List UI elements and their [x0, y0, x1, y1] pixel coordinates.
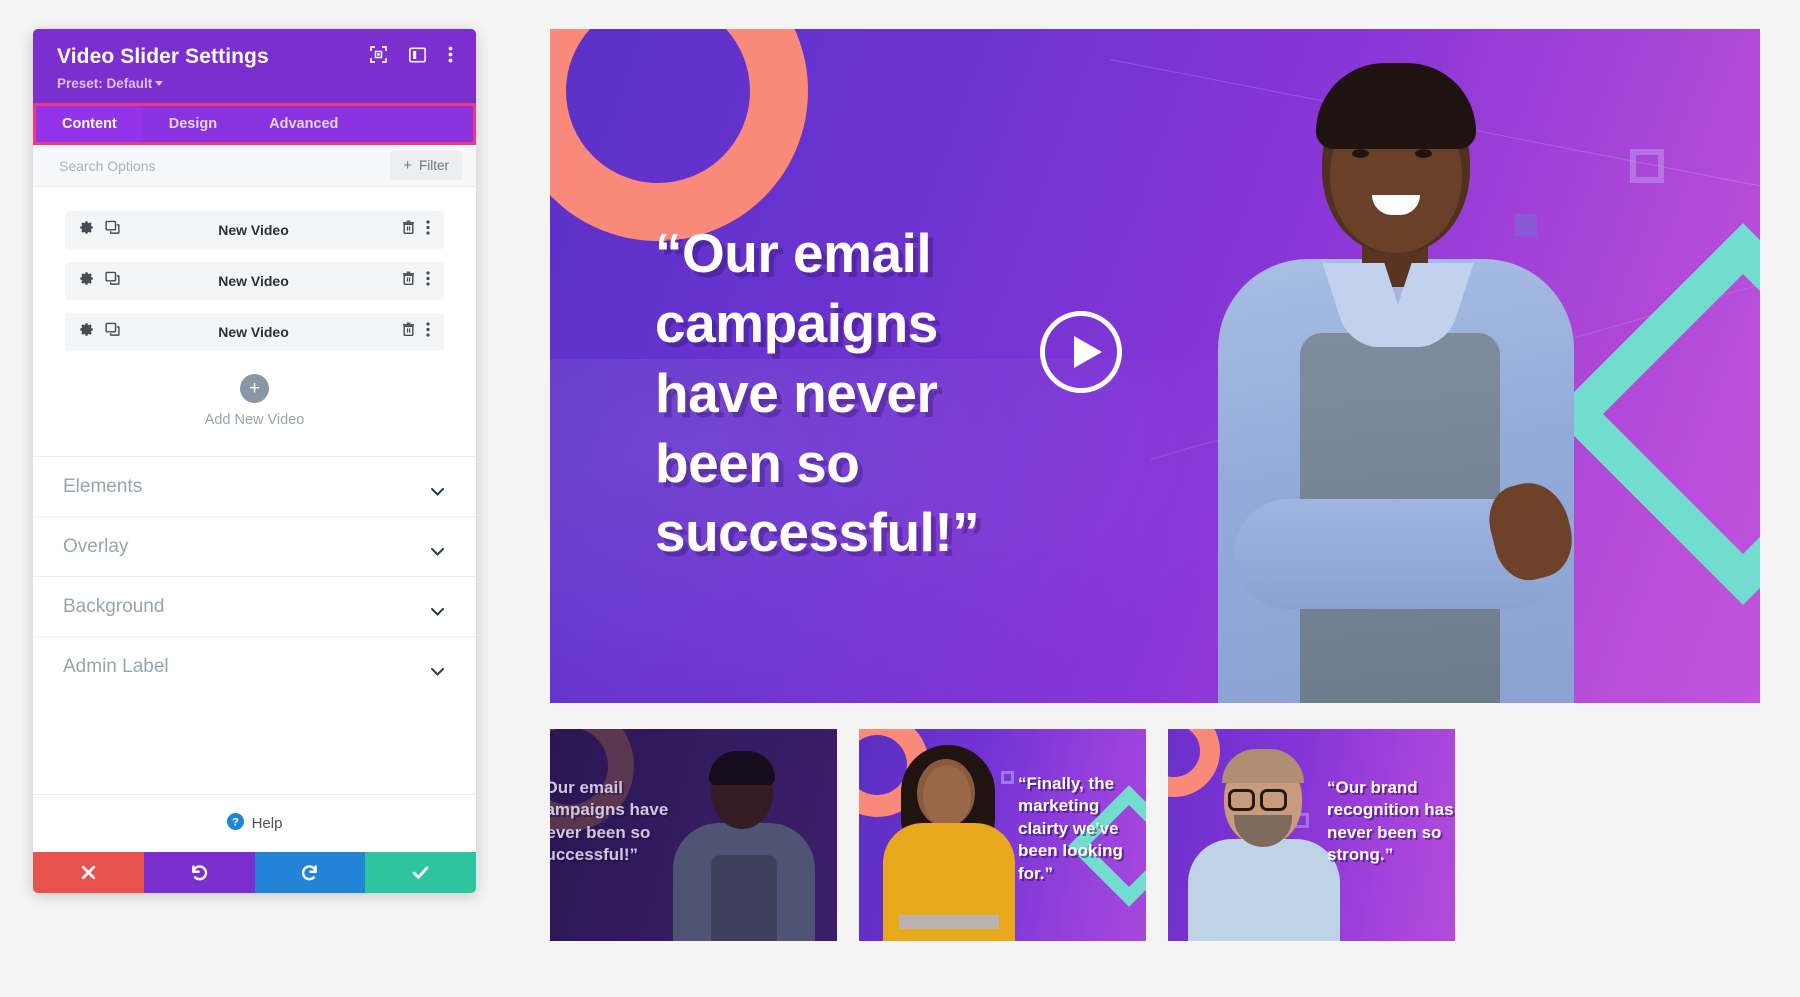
add-new-video-label[interactable]: Add New Video	[33, 412, 476, 428]
section-elements-label: Elements	[63, 475, 143, 497]
panel-layout-icon[interactable]	[408, 46, 427, 68]
video-item-title: New Video	[218, 222, 289, 238]
section-overlay[interactable]: Overlay	[33, 516, 476, 576]
video-items-list: New Video New Video New Video	[33, 187, 476, 351]
preset-label: Preset: Default	[57, 76, 153, 91]
section-background-label: Background	[63, 595, 165, 617]
table-row[interactable]: New Video	[65, 313, 444, 351]
table-row[interactable]: New Video	[65, 211, 444, 249]
question-circle-icon: ?	[226, 812, 244, 835]
redo-button[interactable]	[254, 852, 366, 893]
chevron-down-icon	[155, 81, 164, 86]
thumbnail-strip: “Our email campaigns have never been so …	[550, 729, 1760, 941]
more-vertical-icon[interactable]	[426, 322, 430, 342]
chevron-down-icon	[431, 603, 444, 616]
trash-icon[interactable]	[401, 220, 416, 240]
main-slide[interactable]: “Our email campaigns have never been so …	[550, 29, 1760, 703]
row-right-icons	[401, 220, 430, 240]
save-button[interactable]	[365, 852, 476, 893]
undo-button[interactable]	[143, 852, 255, 893]
video-slider-settings-panel: Video Slider Settings Preset: Default Co…	[33, 29, 476, 893]
thumbnail-quote-text: “Finally, the marketing clairty we've be…	[1018, 774, 1123, 883]
section-elements[interactable]: Elements	[33, 456, 476, 516]
more-vertical-icon[interactable]	[426, 220, 430, 240]
thumbnail-slide-2[interactable]: “Finally, the marketing clairty we've be…	[859, 729, 1146, 941]
panel-footer-actions	[33, 852, 476, 893]
section-background[interactable]: Background	[33, 576, 476, 636]
search-options-row: + Filter	[33, 145, 476, 187]
coral-ring-decoration	[550, 29, 808, 241]
cancel-button[interactable]	[33, 852, 144, 893]
gear-icon[interactable]	[79, 220, 94, 240]
trash-icon[interactable]	[401, 322, 416, 342]
section-admin-label-text: Admin Label	[63, 655, 169, 677]
chevron-down-icon	[431, 663, 444, 676]
help-label: Help	[251, 815, 283, 832]
section-overlay-label: Overlay	[63, 535, 129, 557]
chevron-down-icon	[431, 483, 444, 496]
focus-target-icon[interactable]	[370, 46, 387, 68]
thumbnail-quote-text: “Our brand recognition has never been so…	[1327, 778, 1454, 865]
play-icon[interactable]	[1040, 311, 1122, 393]
thumb-person-photo	[1186, 743, 1344, 941]
filter-button[interactable]: + Filter	[390, 151, 462, 180]
thumbnail-slide-3[interactable]: “Our brand recognition has never been so…	[1168, 729, 1455, 941]
row-right-icons	[401, 271, 430, 291]
slide-quote-text: “Our email campaigns have never been so …	[655, 222, 980, 564]
slide-person-photo	[1140, 63, 1700, 703]
trash-icon[interactable]	[401, 271, 416, 291]
panel-header-icons	[370, 46, 456, 68]
tab-advanced[interactable]: Advanced	[243, 106, 364, 142]
help-row[interactable]: ? Help	[33, 794, 476, 852]
plus-icon: +	[403, 157, 412, 174]
video-item-title: New Video	[218, 324, 289, 340]
panel-scroll-body[interactable]: New Video New Video New Video + Add New …	[33, 187, 476, 794]
add-plus-icon[interactable]: +	[240, 374, 269, 403]
tab-content[interactable]: Content	[36, 106, 143, 142]
thumbnail-slide-1[interactable]: “Our email campaigns have never been so …	[550, 729, 837, 941]
search-input[interactable]	[59, 157, 391, 174]
more-vertical-icon[interactable]	[426, 271, 430, 291]
panel-header: Video Slider Settings Preset: Default	[33, 29, 476, 103]
more-vertical-icon[interactable]	[448, 46, 453, 68]
video-slider-preview: “Our email campaigns have never been so …	[550, 29, 1760, 944]
thumb-person-photo	[865, 745, 1033, 941]
settings-tabs-highlight: Content Design Advanced	[33, 103, 476, 145]
panel-title: Video Slider Settings	[57, 45, 269, 68]
section-admin-label[interactable]: Admin Label	[33, 636, 476, 696]
gear-icon[interactable]	[79, 271, 94, 291]
thumbnail-quote-text: “Our email campaigns have never been so …	[550, 778, 669, 865]
gear-icon[interactable]	[79, 322, 94, 342]
add-new-video-area[interactable]: + Add New Video	[33, 364, 476, 456]
chevron-down-icon	[431, 543, 444, 556]
row-right-icons	[401, 322, 430, 342]
filter-button-label: Filter	[419, 158, 449, 173]
video-item-title: New Video	[218, 273, 289, 289]
settings-tabs: Content Design Advanced	[36, 106, 473, 142]
table-row[interactable]: New Video	[65, 262, 444, 300]
tab-design[interactable]: Design	[143, 106, 243, 142]
svg-text:?: ?	[232, 816, 239, 828]
preset-selector[interactable]: Preset: Default	[57, 76, 456, 91]
